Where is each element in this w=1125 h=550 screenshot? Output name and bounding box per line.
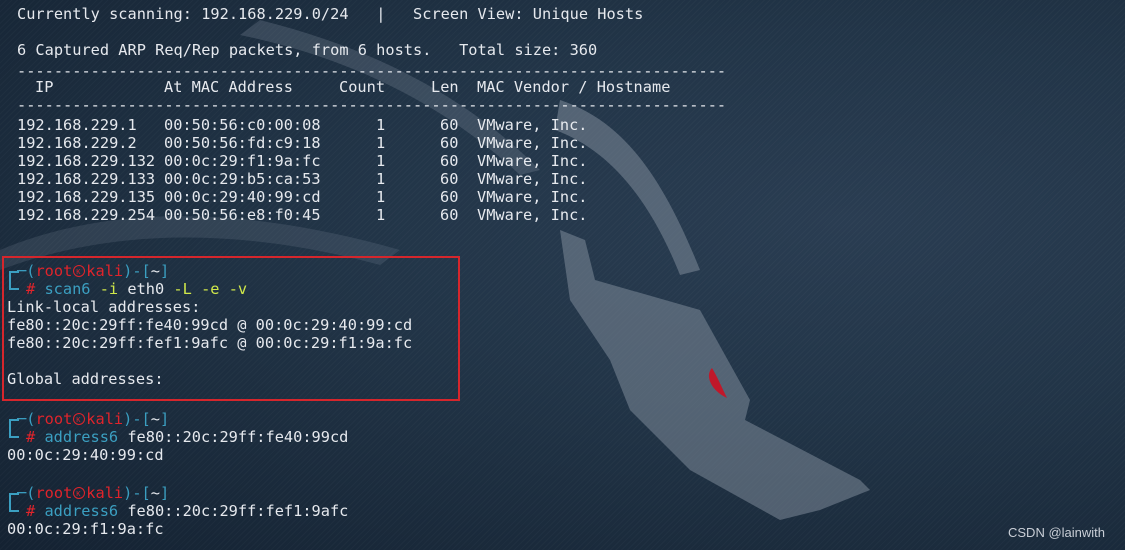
cell-count: 1 bbox=[376, 116, 386, 134]
kali-skull-icon bbox=[73, 263, 86, 281]
command-name: address6 bbox=[44, 502, 119, 520]
prompt-user: root bbox=[35, 484, 73, 502]
prompt-line: ─(rootkali)-[~] bbox=[17, 410, 170, 429]
column-mac: At MAC Address bbox=[164, 78, 293, 96]
prompt-line: ─(rootkali)-[~] bbox=[17, 262, 170, 281]
command-output-line: 00:0c:29:f1:9a:fc bbox=[7, 520, 164, 538]
command-arg: eth0 bbox=[127, 280, 165, 298]
prompt-close-bracket: ] bbox=[159, 410, 170, 428]
prompt-dash: ─ bbox=[17, 262, 27, 280]
cell-len: 60 bbox=[440, 170, 459, 188]
cell-count: 1 bbox=[376, 152, 386, 170]
cell-len: 60 bbox=[440, 188, 459, 206]
screen-view-label: Screen View: Unique Hosts bbox=[413, 5, 644, 23]
separator: | bbox=[376, 5, 386, 23]
command-output-line: Global addresses: bbox=[7, 370, 164, 388]
cell-vendor: VMware, Inc. bbox=[477, 170, 588, 188]
prompt-hash: # bbox=[26, 428, 36, 446]
prompt-line: ─(rootkali)-[~] bbox=[17, 484, 170, 503]
cell-len: 60 bbox=[440, 206, 459, 224]
command-name: address6 bbox=[44, 428, 119, 446]
command-arg: -L bbox=[173, 280, 192, 298]
cell-mac: 00:0c:29:b5:ca:53 bbox=[164, 170, 321, 188]
command-line: # address6 fe80::20c:29ff:fef1:9afc bbox=[26, 502, 348, 520]
table-divider-bottom: ----------------------------------------… bbox=[17, 96, 727, 114]
capture-summary: 6 Captured ARP Req/Rep packets, from 6 h… bbox=[17, 41, 432, 59]
scanning-label: Currently scanning: 192.168.229.0/24 bbox=[17, 5, 349, 23]
command-output-line: 00:0c:29:40:99:cd bbox=[7, 446, 164, 464]
cell-len: 60 bbox=[440, 116, 459, 134]
command-arg: fe80::20c:29ff:fe40:99cd bbox=[127, 428, 349, 446]
cell-count: 1 bbox=[376, 188, 386, 206]
prompt-host: kali bbox=[86, 262, 124, 280]
command-arg: fe80::20c:29ff:fef1:9afc bbox=[127, 502, 349, 520]
cell-ip: 192.168.229.135 bbox=[17, 188, 156, 206]
total-size: Total size: 360 bbox=[459, 41, 598, 59]
prompt-close-bracket: ] bbox=[159, 262, 170, 280]
cell-ip: 192.168.229.1 bbox=[17, 116, 137, 134]
command-arg: -v bbox=[228, 280, 248, 298]
cell-vendor: VMware, Inc. bbox=[477, 206, 588, 224]
cell-mac: 00:0c:29:f1:9a:fc bbox=[164, 152, 321, 170]
cell-vendor: VMware, Inc. bbox=[477, 134, 588, 152]
cell-mac: 00:50:56:c0:00:08 bbox=[164, 116, 321, 134]
command-line: # scan6 -i eth0 -L -e -v bbox=[26, 280, 247, 298]
kali-skull-icon bbox=[73, 411, 86, 429]
prompt-dir: ~ bbox=[150, 410, 160, 428]
cell-count: 1 bbox=[376, 170, 386, 188]
cell-vendor: VMware, Inc. bbox=[477, 152, 588, 170]
prompt-hash: # bbox=[26, 502, 36, 520]
command-arg: -i bbox=[99, 280, 119, 298]
column-count: Count bbox=[339, 78, 386, 96]
command-output-line: Link-local addresses: bbox=[7, 298, 201, 316]
prompt-close-bracket: ] bbox=[159, 484, 170, 502]
prompt-host: kali bbox=[86, 484, 124, 502]
prompt-user: root bbox=[35, 262, 73, 280]
prompt-dash: ─ bbox=[17, 410, 27, 428]
prompt-dash: ─ bbox=[17, 484, 27, 502]
cell-vendor: VMware, Inc. bbox=[477, 116, 588, 134]
dragon-head bbox=[560, 230, 870, 520]
prompt-separator: )-[ bbox=[123, 484, 151, 502]
command-output-line: fe80::20c:29ff:fef1:9afc @ 00:0c:29:f1:9… bbox=[7, 334, 413, 352]
cell-mac: 00:50:56:fd:c9:18 bbox=[164, 134, 321, 152]
cell-ip: 192.168.229.132 bbox=[17, 152, 156, 170]
scan-status-line: Currently scanning: 192.168.229.0/24 | S… bbox=[17, 5, 643, 23]
cell-ip: 192.168.229.254 bbox=[17, 206, 156, 224]
capture-summary-line: 6 Captured ARP Req/Rep packets, from 6 h… bbox=[17, 41, 597, 59]
prompt-separator: )-[ bbox=[123, 262, 151, 280]
command-name: scan6 bbox=[44, 280, 91, 298]
cell-mac: 00:50:56:e8:f0:45 bbox=[164, 206, 321, 224]
cell-len: 60 bbox=[440, 134, 459, 152]
command-line: # address6 fe80::20c:29ff:fe40:99cd bbox=[26, 428, 348, 446]
cell-count: 1 bbox=[376, 134, 386, 152]
column-vendor: MAC Vendor / Hostname bbox=[477, 78, 671, 96]
prompt-user: root bbox=[35, 410, 73, 428]
cell-ip: 192.168.229.133 bbox=[17, 170, 156, 188]
prompt-hash: # bbox=[26, 280, 36, 298]
prompt-dir: ~ bbox=[150, 484, 160, 502]
column-ip: IP bbox=[35, 78, 54, 96]
kali-skull-icon bbox=[73, 485, 86, 503]
terminal-output: Currently scanning: 192.168.229.0/24 | S… bbox=[0, 0, 726, 538]
prompt-host: kali bbox=[86, 410, 124, 428]
column-len: Len bbox=[431, 78, 459, 96]
cell-ip: 192.168.229.2 bbox=[17, 134, 137, 152]
command-output-line: fe80::20c:29ff:fe40:99cd @ 00:0c:29:40:9… bbox=[7, 316, 413, 334]
csdn-watermark: CSDN @lainwith bbox=[1008, 525, 1105, 540]
prompt-dir: ~ bbox=[150, 262, 160, 280]
cell-len: 60 bbox=[440, 152, 459, 170]
cell-mac: 00:0c:29:40:99:cd bbox=[164, 188, 321, 206]
cell-vendor: VMware, Inc. bbox=[477, 188, 588, 206]
prompt-separator: )-[ bbox=[123, 410, 151, 428]
dragon-eye bbox=[708, 368, 727, 398]
cell-count: 1 bbox=[376, 206, 386, 224]
command-arg: -e bbox=[201, 280, 220, 298]
